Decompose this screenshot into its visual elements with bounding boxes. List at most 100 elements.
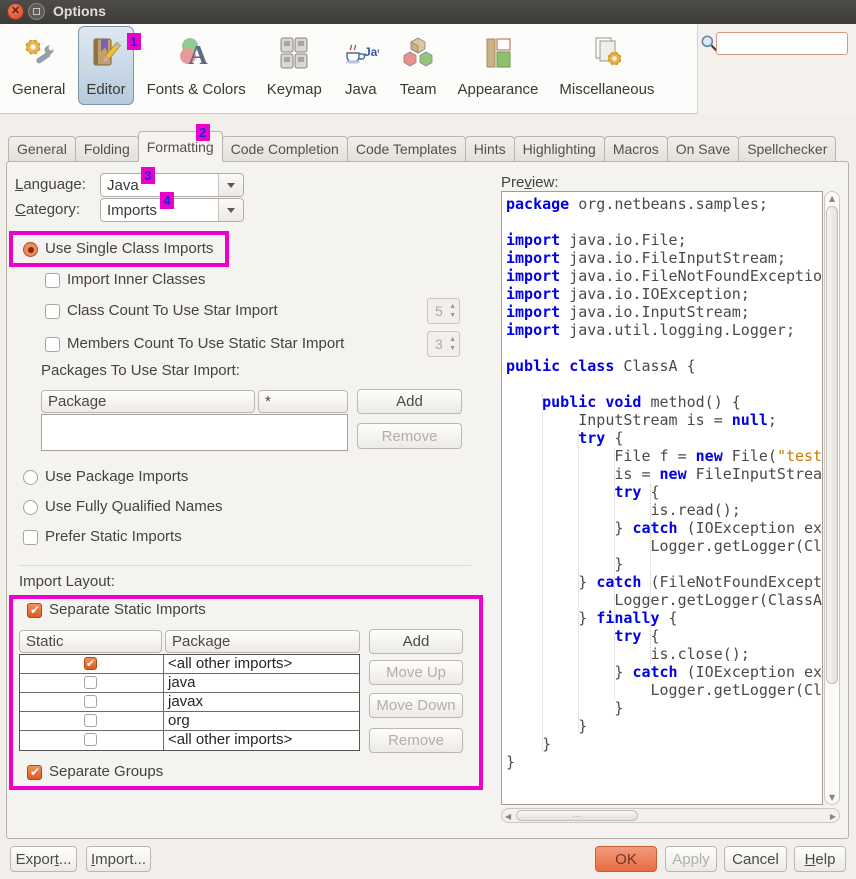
toolbar-item-appearance[interactable]: Appearance (449, 26, 546, 105)
preview-horizontal-scrollbar[interactable]: ◀ ··· ▶ (501, 808, 840, 823)
tab-macros[interactable]: Macros (604, 136, 668, 162)
toolbar-item-editor[interactable]: Editor1 (78, 26, 133, 105)
scroll-left-icon[interactable]: ◀ (505, 812, 511, 821)
apply-button[interactable]: Apply (665, 846, 717, 872)
scroll-right-icon[interactable]: ▶ (830, 812, 836, 821)
tab-code-completion[interactable]: Code Completion (222, 136, 348, 162)
keymap-icon (276, 35, 312, 76)
tab-spellchecker[interactable]: Spellchecker (738, 136, 836, 162)
toolbar-item-java[interactable]: JavaJava (335, 26, 387, 105)
help-button[interactable]: Help (794, 846, 846, 872)
code-line: is = new FileInputStream (506, 465, 822, 483)
tab-folding[interactable]: Folding (75, 136, 139, 162)
horizontal-scroll-thumb[interactable]: ··· (516, 810, 638, 821)
toolbar-item-fonts-colors[interactable]: A Fonts & Colors (139, 26, 254, 105)
members-count-checkbox[interactable] (45, 337, 60, 352)
editor-icon (88, 35, 124, 76)
prefer-static-imports-checkbox[interactable] (23, 530, 38, 545)
chevron-down-icon[interactable] (218, 174, 243, 196)
toolbar-item-label: Editor (86, 81, 125, 98)
pkg-column-header-star[interactable]: * (258, 390, 348, 413)
preview-vertical-scrollbar[interactable]: ▲ ▼ (824, 191, 840, 805)
table-row[interactable]: <all other imports> (20, 731, 359, 750)
tab-hints[interactable]: Hints (465, 136, 515, 162)
ok-button[interactable]: OK (595, 846, 657, 872)
toolbar-item-team[interactable]: Team (392, 26, 445, 105)
toolbar-item-miscellaneous[interactable]: Miscellaneous (551, 26, 662, 105)
table-row[interactable]: javax (20, 693, 359, 712)
code-line: } (506, 699, 822, 717)
toolbar-item-general[interactable]: General (4, 26, 73, 105)
separate-groups-label: Separate Groups (49, 763, 163, 780)
scroll-down-icon[interactable]: ▼ (829, 793, 835, 802)
move-down-button[interactable]: Move Down (369, 693, 463, 718)
static-checkbox[interactable] (84, 714, 97, 727)
close-button[interactable]: ✕ (7, 3, 24, 20)
maximize-button[interactable] (28, 3, 45, 20)
layout-column-header-package[interactable]: Package (165, 630, 360, 653)
class-count-checkbox[interactable] (45, 304, 60, 319)
move-up-button[interactable]: Move Up (369, 660, 463, 685)
preview-label: Preview: (501, 174, 559, 191)
table-row[interactable]: org (20, 712, 359, 731)
package-cell: java (163, 674, 359, 692)
use-package-imports-label: Use Package Imports (45, 468, 188, 485)
use-package-imports-radio[interactable] (23, 470, 38, 485)
tab-formatting[interactable]: Formatting2 (138, 131, 223, 162)
tab-highlighting[interactable]: Highlighting (514, 136, 605, 162)
spinner-up-icon[interactable]: ▲ (449, 336, 456, 343)
scroll-up-icon[interactable]: ▲ (829, 194, 835, 203)
spinner-down-icon[interactable]: ▼ (449, 345, 456, 352)
package-cell: <all other imports> (163, 731, 359, 750)
use-fully-qualified-names-label: Use Fully Qualified Names (45, 498, 223, 515)
language-value: Java (107, 177, 139, 194)
search-input[interactable] (716, 32, 848, 55)
class-count-spinner[interactable]: 5 ▲ ▼ (427, 298, 460, 324)
class-count-value: 5 (435, 303, 443, 319)
export-button[interactable]: Export... (10, 846, 77, 872)
spinner-down-icon[interactable]: ▼ (449, 312, 456, 319)
code-line: import java.io.IOException; (506, 285, 822, 303)
use-single-class-imports-radio[interactable] (23, 242, 38, 257)
code-line: import java.io.File; (506, 231, 822, 249)
import-layout-table[interactable]: <all other imports>javajavaxorg<all othe… (19, 654, 360, 751)
static-checkbox[interactable] (84, 676, 97, 689)
pkg-remove-button[interactable]: Remove (357, 423, 462, 449)
chevron-down-icon[interactable] (218, 199, 243, 221)
vertical-scroll-thumb[interactable] (826, 206, 838, 684)
prefer-static-imports-label: Prefer Static Imports (45, 528, 182, 545)
preview-code-editor[interactable]: package org.netbeans.samples; import jav… (501, 191, 823, 805)
indent-guide (650, 484, 651, 664)
use-fully-qualified-names-radio[interactable] (23, 500, 38, 515)
static-checkbox[interactable] (84, 733, 97, 746)
toolbar-item-keymap[interactable]: Keymap (259, 26, 330, 105)
separate-static-imports-checkbox[interactable] (27, 603, 42, 618)
annotation-badge-3: 3 (141, 167, 155, 184)
tab-code-templates[interactable]: Code Templates (347, 136, 466, 162)
import-inner-classes-checkbox[interactable] (45, 273, 60, 288)
tab-on-save[interactable]: On Save (667, 136, 739, 162)
separate-groups-checkbox[interactable] (27, 765, 42, 780)
package-cell: org (163, 712, 359, 730)
code-line: } catch (FileNotFoundExcepti (506, 573, 822, 591)
static-checkbox[interactable] (84, 695, 97, 708)
members-count-value: 3 (435, 336, 443, 352)
layout-add-button[interactable]: Add (369, 629, 463, 654)
pkg-table-body[interactable] (41, 414, 348, 451)
layout-remove-button[interactable]: Remove (369, 728, 463, 753)
toolbar-item-label: Fonts & Colors (147, 81, 246, 98)
import-button[interactable]: Import... (86, 846, 151, 872)
cancel-button[interactable]: Cancel (724, 846, 787, 872)
spinner-up-icon[interactable]: ▲ (449, 303, 456, 310)
table-row[interactable]: java (20, 674, 359, 693)
tab-general[interactable]: General (8, 136, 76, 162)
indent-guide (542, 394, 543, 750)
fonts-colors-icon: A (178, 35, 214, 76)
pkg-column-header-package[interactable]: Package (41, 390, 255, 413)
static-checkbox[interactable] (84, 657, 97, 670)
code-line: public class ClassA { (506, 357, 822, 375)
members-count-spinner[interactable]: 3 ▲ ▼ (427, 331, 460, 357)
layout-column-header-static[interactable]: Static (19, 630, 162, 653)
table-row[interactable]: <all other imports> (20, 655, 359, 674)
pkg-add-button[interactable]: Add (357, 389, 462, 414)
